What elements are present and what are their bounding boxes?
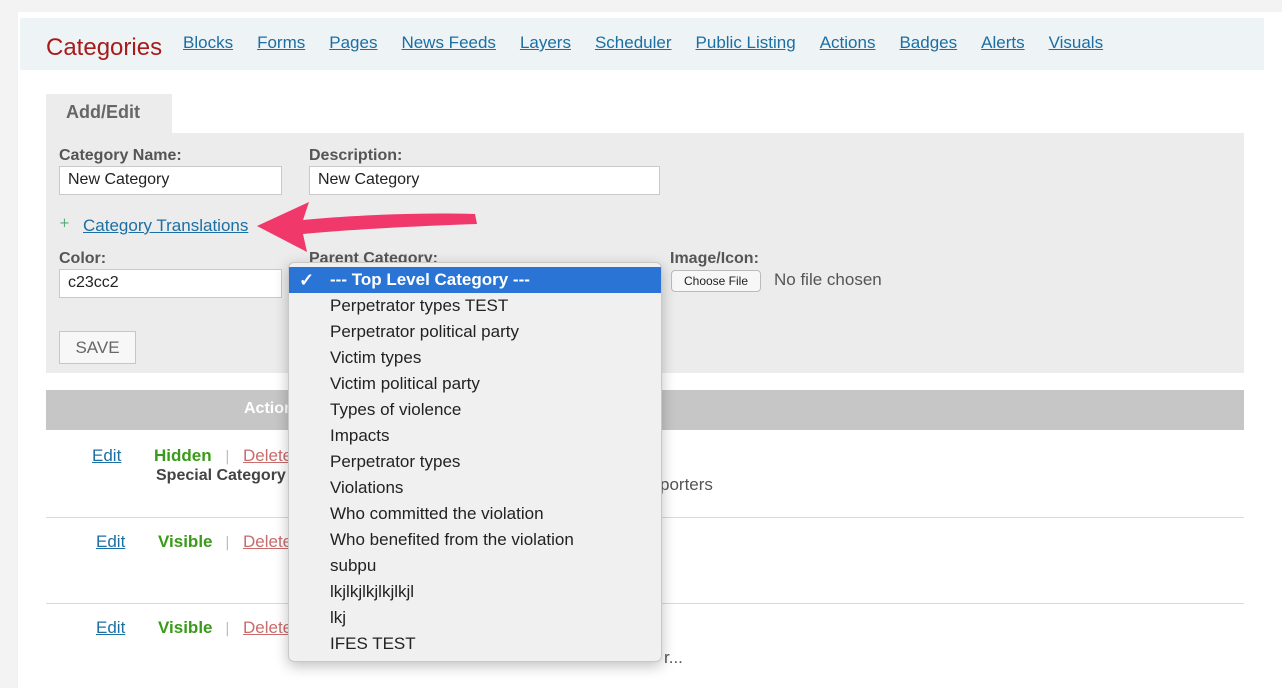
description-input[interactable]: New Category — [309, 166, 660, 195]
nav-link-badges[interactable]: Badges — [899, 33, 957, 53]
description-label: Description: — [309, 147, 403, 164]
choose-file-button[interactable]: Choose File — [671, 270, 761, 292]
file-status-text: No file chosen — [774, 270, 882, 289]
delete-link[interactable]: Delete — [243, 446, 292, 466]
image-icon-label: Image/Icon: — [670, 250, 759, 267]
parent-category-dropdown[interactable]: ✓ --- Top Level Category --- Perpetrator… — [288, 262, 662, 662]
nav-link-scheduler[interactable]: Scheduler — [595, 33, 672, 53]
edit-link[interactable]: Edit — [92, 446, 121, 466]
separator: | — [225, 535, 230, 551]
dropdown-option[interactable]: lkjlkjlkjlkjlkjl — [289, 579, 661, 605]
separator: | — [225, 621, 230, 637]
category-translations-link[interactable]: Category Translations — [83, 216, 248, 236]
dropdown-option[interactable]: subpu — [289, 553, 661, 579]
status-toggle[interactable]: Hidden — [154, 446, 212, 466]
nav-link-actions[interactable]: Actions — [820, 33, 876, 53]
nav-link-layers[interactable]: Layers — [520, 33, 571, 53]
expand-plus-icon[interactable]: + — [59, 216, 70, 231]
nav-link-forms[interactable]: Forms — [257, 33, 305, 53]
category-description: r... — [664, 648, 683, 667]
color-input[interactable]: c23cc2 — [59, 269, 282, 298]
dropdown-option[interactable]: lkj — [289, 605, 661, 631]
category-name-label: Category Name: — [59, 147, 182, 164]
category-description: porters — [660, 475, 713, 494]
separator: | — [225, 449, 230, 465]
delete-link[interactable]: Delete — [243, 532, 292, 552]
dropdown-option[interactable]: Types of violence — [289, 397, 661, 423]
save-button[interactable]: SAVE — [59, 331, 136, 364]
nav-link-pages[interactable]: Pages — [329, 33, 377, 53]
dropdown-option[interactable]: Impacts — [289, 423, 661, 449]
nav-link-blocks[interactable]: Blocks — [183, 33, 233, 53]
nav-link-public-listing[interactable]: Public Listing — [696, 33, 796, 53]
category-subtitle: Special Category — [156, 467, 286, 484]
edit-link[interactable]: Edit — [96, 532, 125, 552]
nav-link-news-feeds[interactable]: News Feeds — [401, 33, 495, 53]
category-name-input[interactable]: New Category — [59, 166, 282, 195]
nav-link-visuals[interactable]: Visuals — [1049, 33, 1104, 53]
edit-link[interactable]: Edit — [96, 618, 125, 638]
dropdown-option[interactable]: Violations — [289, 475, 661, 501]
dropdown-option-selected[interactable]: ✓ --- Top Level Category --- — [289, 267, 661, 293]
tab-add-edit[interactable]: Add/Edit — [46, 94, 172, 134]
page-title: Categories — [46, 34, 163, 61]
status-toggle[interactable]: Visible — [158, 532, 213, 552]
dropdown-option[interactable]: IFES TEST — [289, 631, 661, 657]
dropdown-option[interactable]: Who benefited from the violation — [289, 527, 661, 553]
nav-links: Blocks Forms Pages News Feeds Layers Sch… — [183, 33, 1127, 53]
delete-link[interactable]: Delete — [243, 618, 292, 638]
dropdown-option[interactable]: Who committed the violation — [289, 501, 661, 527]
dropdown-option[interactable]: Perpetrator types TEST — [289, 293, 661, 319]
checkmark-icon: ✓ — [299, 270, 315, 290]
annotation-arrow-icon — [257, 202, 477, 252]
dropdown-option[interactable]: Perpetrator types — [289, 449, 661, 475]
dropdown-option[interactable]: Victim types — [289, 345, 661, 371]
status-toggle[interactable]: Visible — [158, 618, 213, 638]
color-label: Color: — [59, 250, 107, 267]
dropdown-option[interactable]: Victim political party — [289, 371, 661, 397]
dropdown-option[interactable]: Perpetrator political party — [289, 319, 661, 345]
nav-link-alerts[interactable]: Alerts — [981, 33, 1024, 53]
